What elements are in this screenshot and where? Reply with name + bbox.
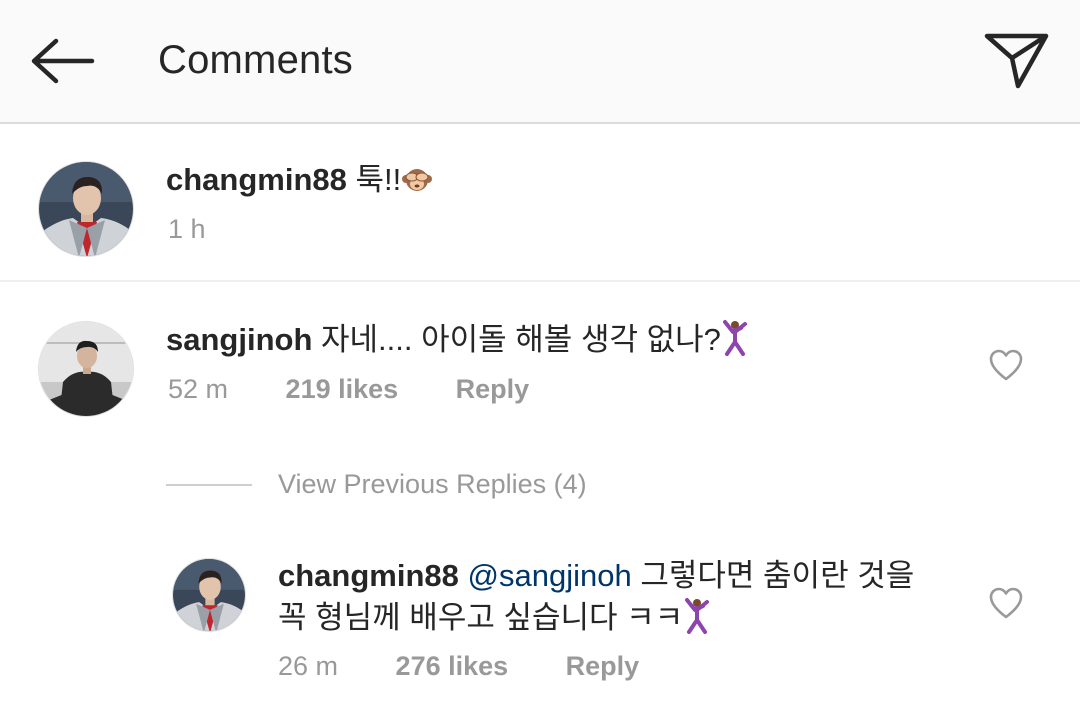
timestamp: 52 m bbox=[168, 374, 229, 404]
timestamp: 1 h bbox=[168, 214, 206, 244]
caption-username[interactable]: changmin88 bbox=[166, 162, 347, 197]
arrow-left-icon bbox=[31, 38, 95, 84]
like-button[interactable] bbox=[988, 586, 1024, 620]
top-bar: Comments bbox=[0, 0, 1080, 124]
like-button[interactable] bbox=[988, 348, 1024, 382]
comment-body: 자네.... 아이돌 해볼 생각 없나? bbox=[321, 322, 721, 357]
comment-username[interactable]: sangjinoh bbox=[166, 322, 312, 357]
reply-body-line2: 꼭 형님께 배우고 싶습니다 ㅋㅋ bbox=[278, 600, 684, 635]
caption-body: 툭!! bbox=[355, 162, 402, 197]
paper-plane-icon bbox=[984, 33, 1049, 89]
reply-username[interactable]: changmin88 bbox=[278, 558, 459, 593]
comment-text: sangjinoh 자네.... 아이돌 해볼 생각 없나? bbox=[166, 320, 966, 360]
avatar[interactable] bbox=[172, 558, 246, 632]
reply-meta: 26 m 276 likes Reply bbox=[278, 651, 689, 682]
back-button[interactable] bbox=[28, 36, 98, 86]
divider-line bbox=[166, 484, 252, 486]
reply-body-line1: 그렇다면 춤이란 것을 bbox=[640, 558, 915, 593]
view-previous-replies-label: View Previous Replies (4) bbox=[278, 469, 587, 499]
caption-meta: 1 h bbox=[168, 214, 256, 245]
reply-text: changmin88 @sangjinoh 그렇다면 춤이란 것을 꼭 형님께 … bbox=[278, 555, 958, 639]
share-button[interactable] bbox=[982, 28, 1052, 92]
avatar[interactable] bbox=[38, 321, 134, 417]
heart-icon bbox=[989, 587, 1023, 619]
comment-meta: 52 m 219 likes Reply bbox=[168, 374, 579, 405]
dancer-icon bbox=[722, 320, 747, 356]
reply-button[interactable]: Reply bbox=[566, 651, 640, 681]
avatar[interactable] bbox=[38, 161, 134, 257]
page-title: Comments bbox=[158, 38, 353, 82]
divider bbox=[0, 280, 1080, 282]
dancer-icon bbox=[685, 598, 710, 634]
likes-count[interactable]: 219 likes bbox=[286, 374, 399, 404]
timestamp: 26 m bbox=[278, 651, 339, 681]
see-no-evil-monkey-icon bbox=[402, 169, 433, 191]
mention-link[interactable]: @sangjinoh bbox=[468, 558, 632, 593]
reply-button[interactable]: Reply bbox=[456, 374, 530, 404]
heart-icon bbox=[989, 349, 1023, 381]
caption-text: changmin88 툭!! bbox=[166, 160, 966, 200]
likes-count[interactable]: 276 likes bbox=[396, 651, 509, 681]
